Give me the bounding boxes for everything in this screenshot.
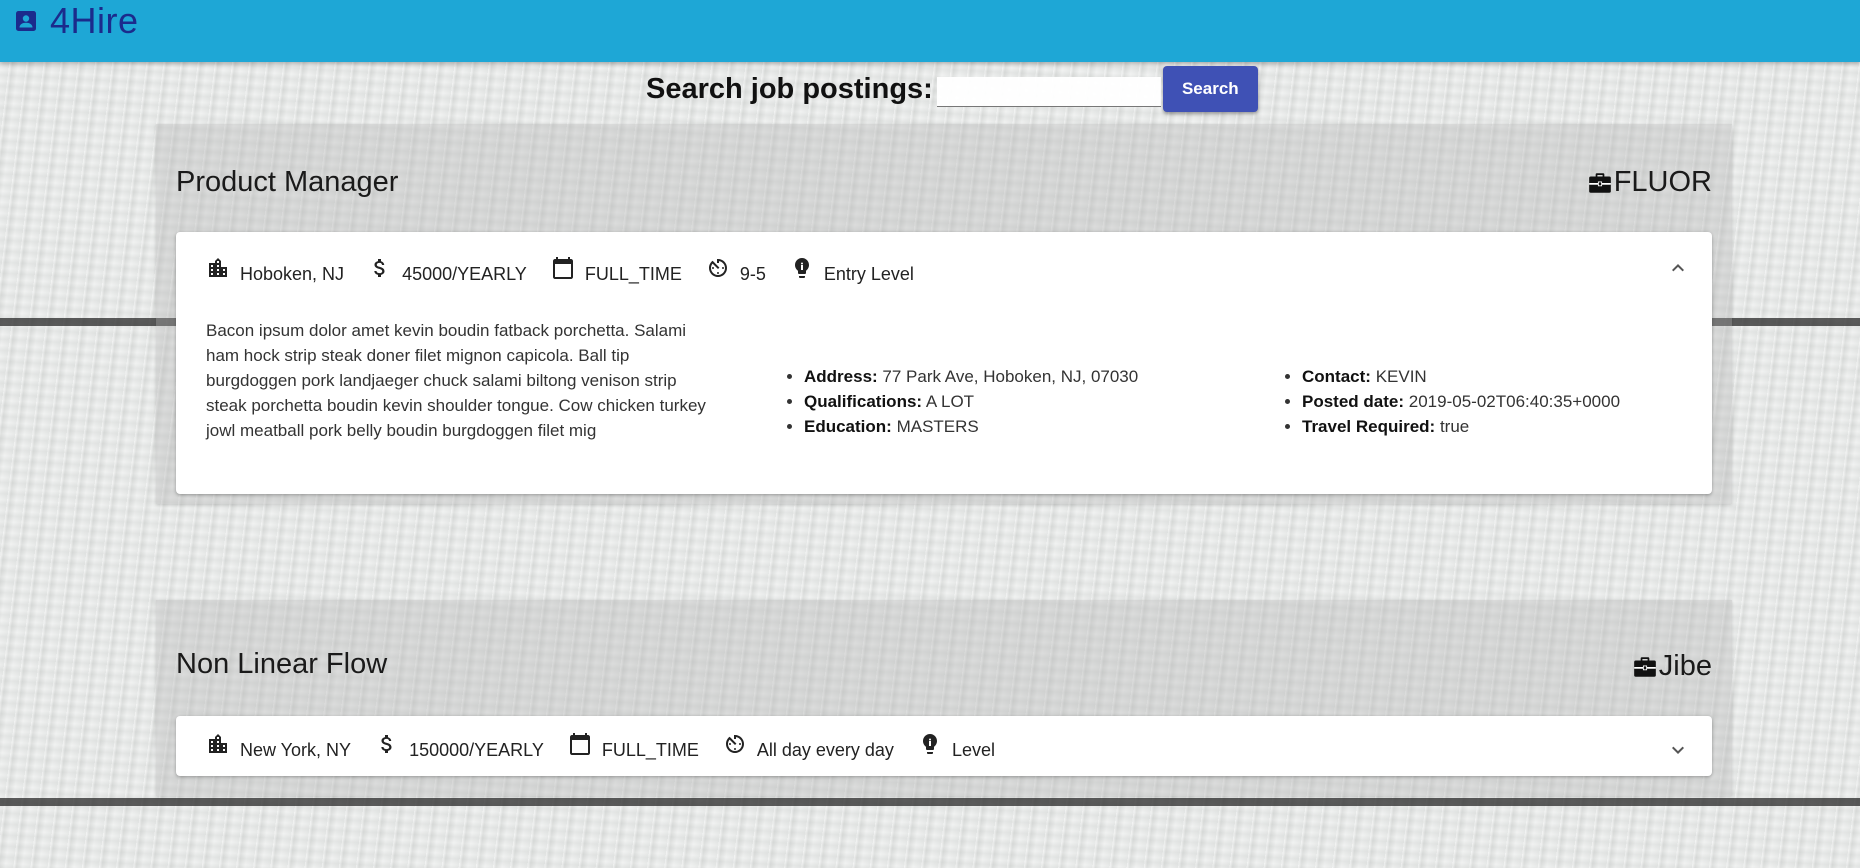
job-location: Hoboken, NJ	[240, 264, 345, 284]
brand[interactable]: 4Hire	[14, 0, 139, 41]
job-salary: 150000/YEARLY	[409, 740, 544, 760]
company-name: FLUOR	[1587, 166, 1712, 199]
detail-address: Address: 77 Park Ave, Hoboken, NJ, 07030	[804, 364, 1138, 389]
timer-icon	[725, 735, 744, 753]
hours-chip: All day every day	[723, 732, 894, 760]
app-bar: 4Hire	[0, 0, 1860, 62]
job-level: Level	[951, 740, 995, 760]
job-details-left: Address: 77 Park Ave, Hoboken, NJ, 07030…	[804, 364, 1138, 439]
detail-qualifications: Qualifications: A LOT	[804, 389, 1138, 414]
job-summary: Hoboken, NJ 45000/YEARLY FULL_TIME 9-5 E…	[206, 256, 938, 284]
search-button[interactable]: Search	[1162, 66, 1258, 112]
search-input[interactable]	[936, 77, 1161, 107]
chevron-down-icon[interactable]	[1666, 738, 1690, 762]
detail-posted-date: Posted date: 2019-05-02T06:40:35+0000	[1302, 389, 1620, 414]
lightbulb-icon	[922, 734, 937, 754]
job-hours: All day every day	[756, 740, 894, 760]
hours-chip: 9-5	[706, 256, 766, 284]
chevron-up-icon[interactable]	[1666, 256, 1690, 280]
salary-chip: 150000/YEARLY	[375, 732, 544, 760]
lightbulb-icon	[794, 258, 809, 278]
calendar-icon	[552, 257, 573, 279]
calendar-icon	[569, 733, 590, 755]
search-bar: Search job postings: Search	[646, 66, 1258, 112]
contact-card-icon	[16, 11, 36, 31]
type-chip: FULL_TIME	[568, 732, 699, 760]
job-title: Non Linear Flow	[176, 648, 388, 680]
search-label: Search job postings:	[646, 72, 933, 105]
dollar-icon	[381, 735, 392, 753]
job-details-right: Contact: KEVIN Posted date: 2019-05-02T0…	[1302, 364, 1620, 439]
location-chip: Hoboken, NJ	[206, 256, 344, 284]
city-buildings-icon	[209, 258, 227, 277]
timer-icon	[708, 259, 727, 277]
job-title: Product Manager	[176, 166, 399, 198]
job-card: Non Linear Flow Jibe New York, NY 150000…	[156, 600, 1732, 796]
salary-chip: 45000/YEARLY	[368, 256, 527, 284]
job-type: FULL_TIME	[601, 740, 699, 760]
job-details-panel[interactable]: New York, NY 150000/YEARLY FULL_TIME All…	[176, 716, 1712, 776]
type-chip: FULL_TIME	[551, 256, 682, 284]
app-title: 4Hire	[50, 0, 139, 41]
briefcase-icon	[1633, 656, 1656, 677]
job-details-panel[interactable]: Hoboken, NJ 45000/YEARLY FULL_TIME 9-5 E…	[176, 232, 1712, 494]
level-chip: Level	[918, 732, 995, 760]
level-chip: Entry Level	[790, 256, 914, 284]
job-location: New York, NY	[240, 740, 352, 760]
location-chip: New York, NY	[206, 732, 351, 760]
city-buildings-icon	[209, 734, 227, 753]
detail-contact: Contact: KEVIN	[1302, 364, 1620, 389]
company-name: Jibe	[1632, 650, 1712, 683]
detail-education: Education: MASTERS	[804, 414, 1138, 439]
job-card: Product Manager FLUOR Hoboken, NJ 45000/…	[156, 124, 1732, 504]
company-label: FLUOR	[1613, 166, 1712, 198]
detail-travel: Travel Required: true	[1302, 414, 1620, 439]
company-label: Jibe	[1658, 650, 1712, 682]
job-level: Entry Level	[823, 264, 914, 284]
briefcase-icon	[1588, 172, 1611, 193]
job-summary: New York, NY 150000/YEARLY FULL_TIME All…	[206, 732, 1019, 760]
job-salary: 45000/YEARLY	[402, 264, 527, 284]
job-type: FULL_TIME	[584, 264, 682, 284]
job-hours: 9-5	[739, 264, 766, 284]
dollar-icon	[374, 259, 385, 277]
job-description: Bacon ipsum dolor amet kevin boudin fatb…	[206, 321, 706, 440]
